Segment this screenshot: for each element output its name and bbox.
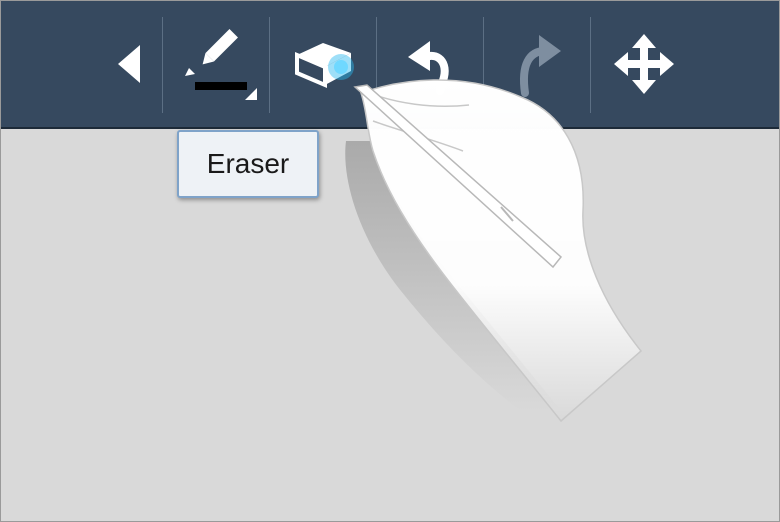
eraser-tooltip: Eraser <box>177 130 319 198</box>
pen-button[interactable] <box>163 1 269 127</box>
eraser-button[interactable] <box>270 1 376 127</box>
move-icon <box>614 34 674 94</box>
undo-button[interactable] <box>377 1 483 127</box>
toolbar <box>1 1 779 129</box>
note-screen: Eraser <box>0 0 780 522</box>
back-arrow-icon <box>118 45 140 83</box>
tooltip-label: Eraser <box>206 148 290 179</box>
pen-icon <box>185 29 257 100</box>
eraser-icon <box>295 43 354 89</box>
redo-button[interactable] <box>484 1 590 127</box>
undo-icon <box>408 41 449 95</box>
move-button[interactable] <box>591 1 697 127</box>
redo-icon <box>520 35 561 97</box>
